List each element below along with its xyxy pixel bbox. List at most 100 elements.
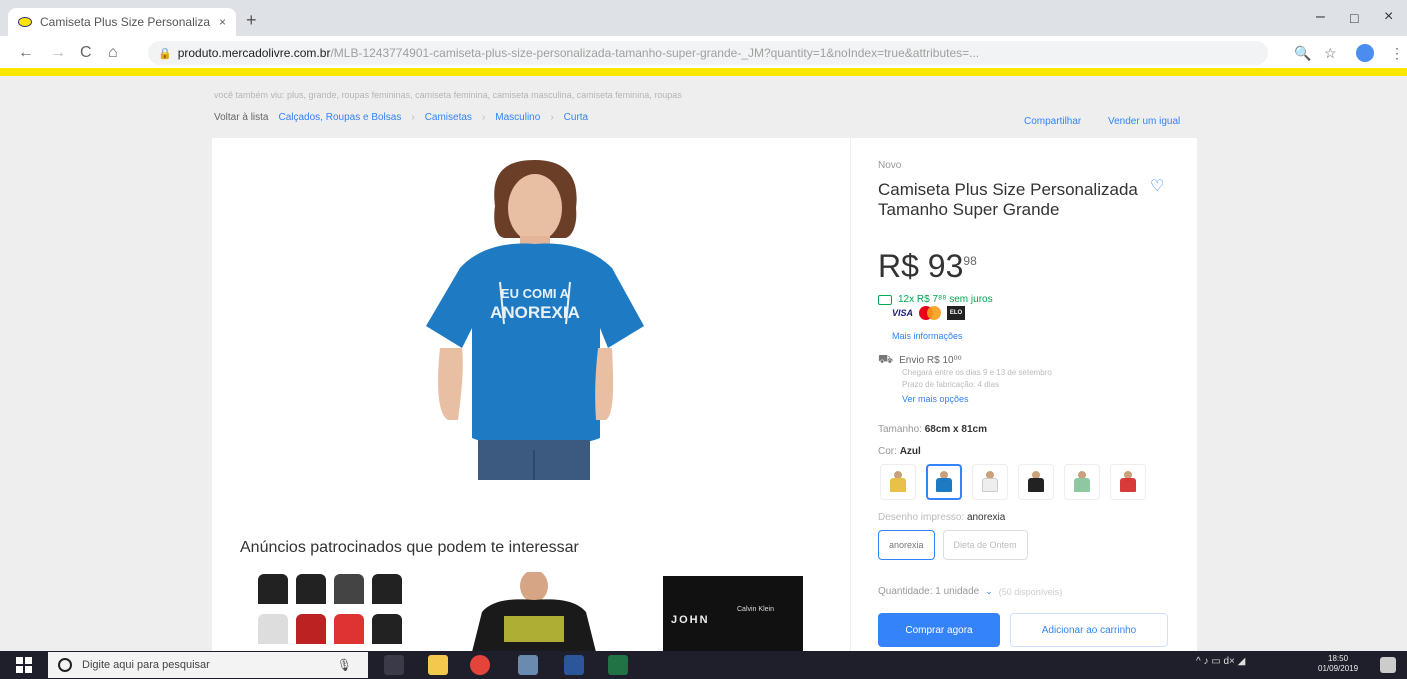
zoom-icon[interactable]: 🔍: [1294, 45, 1311, 62]
tab-close-icon[interactable]: ×: [219, 15, 226, 29]
ad-man-tshirt[interactable]: [462, 572, 606, 652]
design-row: Desenho impresso: anorexia: [878, 512, 1005, 523]
breadcrumb-item[interactable]: Camisetas: [425, 112, 472, 123]
color-swatch[interactable]: [972, 464, 1008, 500]
quantity-label: Quantidade: 1 unidade: [878, 586, 980, 597]
installments-text: 12x R$ 7⁸⁸ sem juros: [898, 294, 993, 305]
breadcrumb-separator: ›: [481, 112, 486, 123]
more-payment-info-link[interactable]: Mais informações: [892, 331, 963, 341]
breadcrumb-separator: ›: [411, 112, 415, 123]
mastercard-logo: [919, 306, 942, 320]
design-label: Desenho impresso:: [878, 512, 965, 523]
tshirt-icon: [935, 471, 953, 493]
price-integer: 93: [927, 248, 964, 284]
tshirt-icon: [889, 471, 907, 493]
maximize-button[interactable]: □: [1350, 10, 1358, 26]
credit-card-icon: [878, 294, 892, 305]
tshirt-icon: [1073, 471, 1091, 493]
reload-icon[interactable]: C: [80, 44, 92, 62]
url-domain: produto.mercadolivre.com.br: [177, 46, 331, 60]
color-swatch[interactable]: [1018, 464, 1054, 500]
sponsored-ads-title: Anúncios patrocinados que podem te inter…: [240, 539, 579, 556]
sell-similar-link[interactable]: Vender um igual: [1108, 116, 1180, 127]
clock-time: 18:50: [1328, 654, 1349, 663]
breadcrumb-separator: ›: [550, 112, 554, 123]
buy-now-button[interactable]: Comprar agora: [878, 613, 1000, 647]
design-option-anorexia[interactable]: anorexia: [878, 530, 935, 560]
back-to-list-link[interactable]: Voltar à lista: [214, 112, 268, 123]
add-to-cart-button[interactable]: Adicionar ao carrinho: [1010, 613, 1168, 647]
color-swatch[interactable]: [926, 464, 962, 500]
back-icon[interactable]: ←: [18, 44, 34, 62]
taskbar-clock[interactable]: 18:50 01/09/2019: [1318, 654, 1358, 674]
design-options: anorexia Dieta de Ontem: [878, 530, 1028, 560]
product-condition: Novo: [878, 160, 902, 171]
close-window-button[interactable]: ×: [1384, 8, 1393, 26]
price-cents: 98: [963, 254, 977, 268]
product-price: R$ 9398: [878, 248, 977, 285]
color-swatch[interactable]: [1064, 464, 1100, 500]
clock-date: 01/09/2019: [1318, 664, 1359, 673]
shipping-arrival: Chegará entre os dias 9 e 13 de setembro: [902, 368, 1052, 377]
ad-tshirt-collage[interactable]: [254, 572, 408, 652]
installments: 12x R$ 7⁸⁸ sem juros: [878, 294, 993, 305]
quantity-selector[interactable]: Quantidade: 1 unidade ⌄ (50 disponíveis): [878, 586, 1062, 597]
breadcrumb-item[interactable]: Curta: [564, 112, 588, 123]
new-tab-button[interactable]: +: [246, 10, 257, 31]
size-row: Tamanho: 68cm x 81cm: [878, 424, 987, 435]
tab-title: Camiseta Plus Size Personaliza: [40, 15, 211, 29]
color-swatch[interactable]: [1110, 464, 1146, 500]
ad-jeans-label[interactable]: JOHN Calvin Klein: [663, 576, 803, 652]
color-value: Azul: [899, 446, 921, 457]
tshirt-icon: [1119, 471, 1137, 493]
color-swatch[interactable]: [880, 464, 916, 500]
breadcrumb-item[interactable]: Masculino: [495, 112, 540, 123]
elo-logo: ELO: [947, 306, 966, 320]
lock-icon: 🔒: [158, 47, 172, 60]
mercadolivre-header-bar: [0, 68, 1407, 76]
quantity-available: (50 disponíveis): [998, 586, 1063, 597]
windows-start-icon[interactable]: [16, 657, 32, 673]
design-value: anorexia: [966, 512, 1006, 523]
bookmark-star-icon[interactable]: ☆: [1324, 45, 1337, 62]
design-option-dieta[interactable]: Dieta de Ontem: [942, 530, 1028, 560]
task-view-icon[interactable]: [384, 655, 404, 675]
related-searches[interactable]: você também viu: plus, grande, roupas fe…: [214, 90, 682, 100]
photos-icon[interactable]: [518, 655, 538, 675]
file-explorer-icon[interactable]: [428, 655, 448, 675]
profile-avatar[interactable]: [1356, 44, 1374, 62]
shipping-text: Envio R$ 10⁰⁰: [899, 354, 962, 366]
forward-icon[interactable]: →: [50, 44, 66, 62]
share-link[interactable]: Compartilhar: [1024, 116, 1081, 127]
notifications-icon[interactable]: [1380, 657, 1396, 673]
more-shipping-options-link[interactable]: Ver mais opções: [902, 394, 969, 404]
url-bar[interactable]: 🔒 produto.mercadolivre.com.br /MLB-12437…: [148, 41, 1268, 65]
word-icon[interactable]: [564, 655, 584, 675]
product-photo[interactable]: EU COMI A ANOREXIA: [400, 158, 670, 488]
breadcrumb: Voltar à lista Calçados, Roupas e Bolsas…: [214, 112, 588, 123]
breadcrumb-item[interactable]: Calçados, Roupas e Bolsas: [278, 112, 401, 123]
system-tray-icons[interactable]: ^ ♪ ▭ d× ◢: [1196, 656, 1245, 667]
color-swatches: [880, 464, 1146, 500]
microphone-icon[interactable]: 🎙: [337, 658, 352, 672]
visa-logo: VISA: [892, 308, 914, 318]
browser-tab[interactable]: Camiseta Plus Size Personaliza ×: [8, 8, 236, 36]
excel-icon[interactable]: [608, 655, 628, 675]
shipping-cost: ⛟ Envio R$ 10⁰⁰: [878, 352, 962, 368]
ad-brand-text: Calvin Klein: [737, 606, 774, 613]
browser-menu-icon[interactable]: ⋮: [1390, 45, 1404, 62]
size-value: 68cm x 81cm: [924, 424, 987, 435]
search-placeholder: Digite aqui para pesquisar: [82, 659, 210, 671]
favorite-heart-icon[interactable]: ♡: [1150, 176, 1164, 196]
product-title: Camiseta Plus Size Personalizada Tamanho…: [878, 180, 1138, 219]
minimize-button[interactable]: –: [1316, 8, 1325, 26]
home-icon[interactable]: ⌂: [108, 44, 118, 62]
price-currency: R$: [878, 248, 919, 284]
payment-brands: VISA ELO: [892, 306, 966, 320]
color-row: Cor: Azul: [878, 446, 921, 457]
chevron-down-icon[interactable]: ⌄: [985, 586, 993, 597]
shipping-manufacture: Prazo de fabricação: 4 dias: [902, 380, 999, 389]
cortana-icon: [58, 658, 72, 672]
taskbar-search-input[interactable]: Digite aqui para pesquisar 🎙: [48, 652, 368, 678]
chrome-icon[interactable]: [470, 655, 490, 675]
